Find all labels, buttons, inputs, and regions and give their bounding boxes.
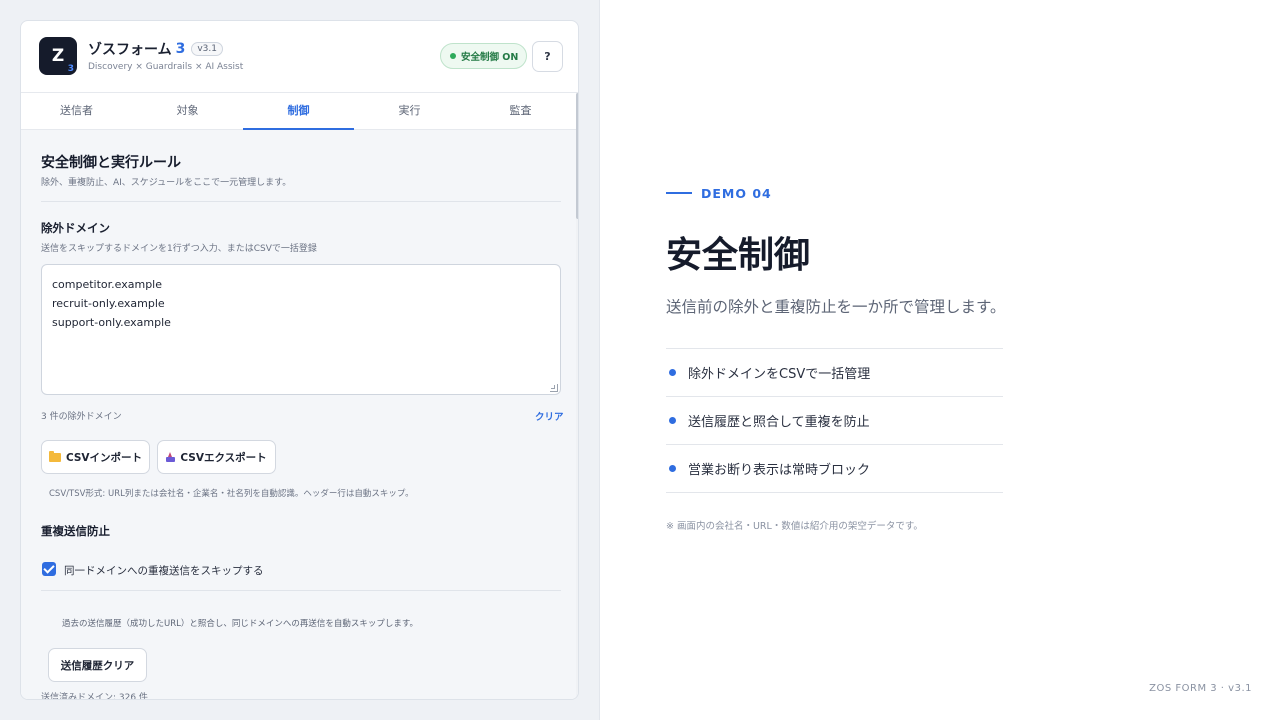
app-title-number: 3 xyxy=(175,41,186,57)
slide-headline: 安全制御 xyxy=(666,235,811,276)
clear-excludes-link[interactable]: クリア xyxy=(535,409,564,423)
status-badge-label: 安全制御 ON xyxy=(461,52,519,63)
app-subtitle: Discovery × Guardrails × AI Assist xyxy=(88,62,244,72)
app-title: ゾスフォーム xyxy=(88,42,172,58)
help-button[interactable]: ? xyxy=(532,41,563,72)
resize-grip-icon[interactable] xyxy=(550,384,558,392)
logo-sub: 3 xyxy=(67,64,74,74)
clear-history-label: 送信履歴クリア xyxy=(60,659,135,672)
fictional-data-note: ※ 画面内の会社名・URL・数値は紹介用の架空データです。 xyxy=(666,521,923,532)
feature-text: 営業お断り表示は常時ブロック xyxy=(688,463,871,478)
skip-duplicate-checkbox[interactable] xyxy=(42,562,56,576)
app-logo: Z 3 xyxy=(39,37,77,75)
export-icon xyxy=(166,452,176,462)
tab-execute[interactable]: 実行 xyxy=(354,93,465,129)
app-title-row: ゾスフォーム 3 v3.1 xyxy=(88,39,223,59)
section-title: 安全制御と実行ルール xyxy=(41,155,181,171)
feature-text: 送信履歴と照合して重複を防止 xyxy=(688,415,870,430)
section-divider xyxy=(41,201,561,202)
tab-control[interactable]: 制御 xyxy=(243,93,354,130)
control-settings-content: 安全制御と実行ルール 除外、重複防止、AI、スケジュールをここで一元管理します。… xyxy=(21,130,576,700)
csv-import-button[interactable]: CSVインポート xyxy=(41,440,150,474)
dedupe-label: 重複送信防止 xyxy=(41,524,110,538)
demo-slide: DEMO 04 安全制御 送信前の除外と重複防止を一か所で管理します。 除外ドメ… xyxy=(600,0,1280,720)
folder-icon xyxy=(48,450,61,462)
app-panel-backdrop: Z 3 ゾスフォーム 3 v3.1 Discovery × Guardrails… xyxy=(0,0,600,720)
app-header: Z 3 ゾスフォーム 3 v3.1 Discovery × Guardrails… xyxy=(21,21,578,93)
dedupe-description: 過去の送信履歴（成功したURL）と照合し、同じドメインへの再送信を自動スキップし… xyxy=(62,619,419,629)
slide-eyebrow: DEMO 04 xyxy=(701,186,772,201)
sent-domains-count: 送信済みドメイン: 326 件 xyxy=(41,693,148,700)
exclude-domains-hint: 送信をスキップするドメインを1行ずつ入力、またはCSVで一括登録 xyxy=(41,244,317,254)
app-window: Z 3 ゾスフォーム 3 v3.1 Discovery × Guardrails… xyxy=(20,20,579,700)
dedupe-divider xyxy=(41,590,561,591)
exclude-domains-label: 除外ドメイン xyxy=(41,221,110,235)
feature-item: 除外ドメインをCSVで一括管理 xyxy=(666,349,1003,397)
scrollbar-thumb[interactable] xyxy=(576,93,578,219)
tab-bar: 送信者 対象 制御 実行 監査 xyxy=(21,93,576,130)
safety-status-badge: 安全制御 ON xyxy=(440,43,528,69)
bullet-dot-icon xyxy=(669,369,676,376)
clear-history-button[interactable]: 送信履歴クリア xyxy=(48,648,147,682)
feature-list: 除外ドメインをCSVで一括管理 送信履歴と照合して重複を防止 営業お断り表示は常… xyxy=(666,348,1003,493)
csv-format-note: CSV/TSV形式: URL列または会社名・企業名・社名列を自動認識。ヘッダー行… xyxy=(49,489,414,499)
version-badge: v3.1 xyxy=(191,42,223,56)
csv-export-label: CSVエクスポート xyxy=(180,451,267,464)
skip-duplicate-label[interactable]: 同一ドメインへの重複送信をスキップする xyxy=(64,563,264,578)
content-scrollbar[interactable] xyxy=(576,93,578,699)
bullet-dot-icon xyxy=(669,417,676,424)
tab-target[interactable]: 対象 xyxy=(132,93,243,129)
bullet-dot-icon xyxy=(669,465,676,472)
csv-export-button[interactable]: CSVエクスポート xyxy=(157,440,276,474)
feature-item: 送信履歴と照合して重複を防止 xyxy=(666,397,1003,445)
exclude-count: 3 件の除外ドメイン xyxy=(41,412,122,422)
feature-item: 営業お断り表示は常時ブロック xyxy=(666,445,1003,493)
csv-import-label: CSVインポート xyxy=(65,451,143,464)
footer-brand: ZOS FORM 3 · v3.1 xyxy=(1149,683,1252,694)
tab-audit[interactable]: 監査 xyxy=(465,93,576,129)
eyebrow-rule xyxy=(666,192,692,194)
tab-sender[interactable]: 送信者 xyxy=(21,93,132,129)
logo-letter: Z xyxy=(51,46,65,66)
exclude-domains-textarea[interactable]: competitor.example recruit-only.example … xyxy=(41,264,561,395)
feature-text: 除外ドメインをCSVで一括管理 xyxy=(688,367,871,382)
exclude-domains-value: competitor.example recruit-only.example … xyxy=(52,278,171,329)
section-description: 除外、重複防止、AI、スケジュールをここで一元管理します。 xyxy=(41,178,292,188)
status-dot-icon xyxy=(450,53,456,59)
slide-lead: 送信前の除外と重複防止を一か所で管理します。 xyxy=(666,298,1006,316)
